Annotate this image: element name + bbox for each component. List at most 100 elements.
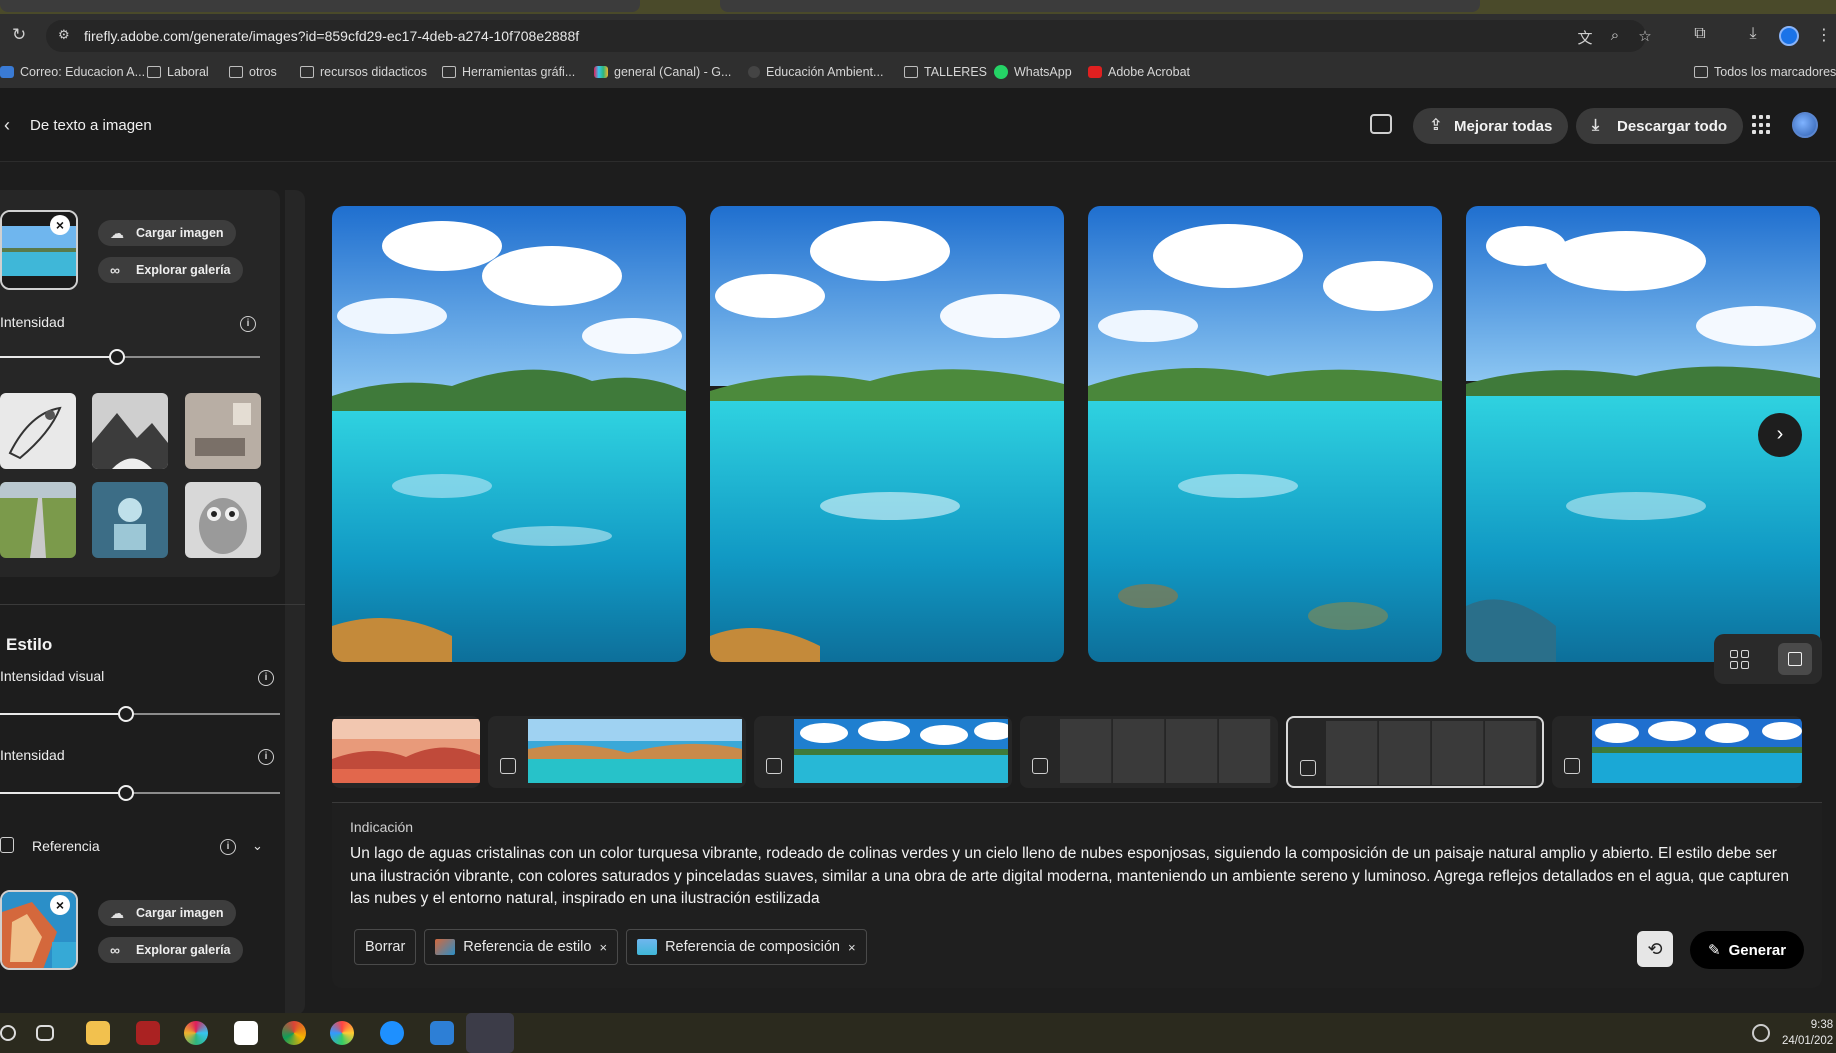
explore-gallery-button[interactable]: ∞ Explorar galería: [98, 257, 243, 283]
info-icon[interactable]: i: [258, 670, 274, 686]
history-group-selected[interactable]: [1286, 716, 1544, 788]
history-placeholder: [1326, 721, 1378, 785]
reload-icon[interactable]: ↻: [12, 25, 32, 45]
close-icon[interactable]: ×: [599, 940, 607, 955]
close-icon[interactable]: ×: [848, 940, 856, 955]
downloads-icon[interactable]: ⤓: [1742, 25, 1764, 47]
slider-handle[interactable]: [118, 706, 134, 722]
upload-image-button[interactable]: ☁ Cargar imagen: [98, 220, 236, 246]
style-thumbnail-owl-drawing[interactable]: [185, 482, 261, 558]
site-settings-icon[interactable]: ⚙: [58, 27, 76, 45]
explore-style-gallery-button[interactable]: ∞ Explorar galería: [98, 937, 243, 963]
style-thumbnail-sketch-bird[interactable]: [0, 393, 76, 469]
generated-image[interactable]: [710, 206, 1064, 662]
file-explorer-icon[interactable]: [86, 1021, 110, 1045]
enhance-all-button[interactable]: ⇪ Mejorar todas: [1413, 108, 1569, 144]
prompt-tags: Borrar Referencia de estilo × Referencia…: [354, 929, 867, 965]
clear-button[interactable]: Borrar: [354, 929, 417, 965]
bookmark-star-icon[interactable]: ☆: [1636, 27, 1654, 45]
history-placeholder: [1219, 719, 1271, 783]
bookmark-folder[interactable]: otros: [229, 65, 277, 79]
translate-icon[interactable]: 文: [1576, 27, 1594, 47]
history-group[interactable]: [1020, 716, 1278, 788]
prompt-input[interactable]: Un lago de aguas cristalinas con un colo…: [350, 843, 1800, 911]
active-app-icon[interactable]: [466, 1013, 514, 1053]
chrome-icon[interactable]: [282, 1021, 306, 1045]
notion-icon[interactable]: [234, 1021, 258, 1045]
slider-handle[interactable]: [118, 785, 134, 801]
app-header: ‹ De texto a imagen ⇪ Mejorar todas ⤓ De…: [0, 88, 1836, 162]
remove-reference-icon[interactable]: ×: [50, 895, 70, 915]
bookmark-folder[interactable]: TALLERES: [904, 65, 987, 79]
binoculars-icon: ∞: [110, 262, 120, 278]
figma-icon[interactable]: [136, 1021, 160, 1045]
chevron-down-icon[interactable]: ⌄: [252, 838, 263, 854]
history-group[interactable]: [488, 716, 746, 788]
all-bookmarks-folder[interactable]: Todos los marcadores: [1694, 65, 1836, 79]
app-icon[interactable]: [330, 1021, 354, 1045]
info-icon[interactable]: i: [240, 316, 256, 332]
single-view-icon[interactable]: [1778, 643, 1812, 675]
generated-image[interactable]: [332, 206, 686, 662]
bookmark-item[interactable]: Educación Ambient...: [748, 65, 883, 79]
folder-icon: [1694, 66, 1708, 78]
system-clock[interactable]: 9:38 24/01/202: [1782, 1017, 1833, 1049]
cloud-upload-icon: ☁: [110, 225, 124, 241]
bookmark-folder[interactable]: Laboral: [147, 65, 209, 79]
chevron-left-icon[interactable]: ‹: [4, 115, 10, 136]
info-icon[interactable]: i: [258, 749, 274, 765]
remove-reference-icon[interactable]: ×: [50, 215, 70, 235]
bookmark-folder[interactable]: recursos didacticos: [300, 65, 427, 79]
bookmark-item[interactable]: general (Canal) - G...: [594, 65, 731, 79]
bookmark-item[interactable]: Correo: Educacion A...: [0, 65, 145, 79]
composition-reference-thumb: [637, 939, 658, 955]
profile-icon[interactable]: [1779, 26, 1799, 46]
style-thumbnail-3d-sphere[interactable]: [92, 482, 168, 558]
style-reference-thumb: [435, 939, 456, 955]
grid-view-icon[interactable]: [1728, 648, 1750, 670]
address-bar[interactable]: ⚙ firefly.adobe.com/generate/images?id=8…: [46, 20, 1652, 52]
task-view-icon[interactable]: [36, 1025, 54, 1041]
browser-toolbar: ↻ ⚙ firefly.adobe.com/generate/images?id…: [0, 14, 1836, 58]
bookmark-item[interactable]: WhatsApp: [994, 65, 1072, 79]
style-thumbnail-mountains[interactable]: [92, 393, 168, 469]
avatar[interactable]: [1792, 112, 1818, 138]
url-text[interactable]: firefly.adobe.com/generate/images?id=859…: [84, 28, 579, 44]
generate-button[interactable]: ✎ Generar: [1690, 931, 1805, 969]
style-thumbnail-interior[interactable]: [185, 393, 261, 469]
download-all-button[interactable]: ⤓ Descargar todo: [1576, 108, 1744, 144]
history-icon[interactable]: ⟲: [1637, 931, 1673, 967]
style-reference-tag[interactable]: Referencia de estilo ×: [424, 929, 619, 965]
slider-fill: [0, 792, 126, 794]
style-thumbnail-field-road[interactable]: [0, 482, 76, 558]
generated-image[interactable]: [1088, 206, 1442, 662]
prompt-label: Indicación: [350, 819, 414, 835]
search-icon[interactable]: [0, 1025, 16, 1041]
section-divider: [0, 604, 305, 605]
history-group[interactable]: [332, 716, 480, 788]
menu-kebab-icon[interactable]: ⋮: [1813, 25, 1835, 47]
composition-reference-tag[interactable]: Referencia de composición ×: [626, 929, 867, 965]
upload-style-image-button[interactable]: ☁ Cargar imagen: [98, 900, 236, 926]
history-group[interactable]: [754, 716, 1012, 788]
slack-icon[interactable]: [184, 1021, 208, 1045]
binoculars-icon: ∞: [110, 942, 120, 958]
comment-icon[interactable]: [1370, 114, 1392, 134]
skype-icon[interactable]: [380, 1021, 404, 1045]
composition-reference-icon: [1032, 758, 1048, 774]
pen-icon[interactable]: [1752, 1024, 1770, 1042]
zoom-icon[interactable]: ⌕: [1606, 27, 1624, 45]
browser-tab[interactable]: [720, 0, 1480, 12]
browser-tab[interactable]: [0, 0, 640, 12]
apps-grid-icon[interactable]: [1752, 115, 1772, 135]
extensions-icon[interactable]: ⧉: [1689, 25, 1711, 47]
chevron-right-icon[interactable]: ›: [1758, 413, 1802, 457]
panel-scrollbar[interactable]: [285, 190, 305, 1015]
bookmark-folder[interactable]: Herramientas gráfi...: [442, 65, 575, 79]
history-group[interactable]: [1552, 716, 1802, 788]
slider-handle[interactable]: [109, 349, 125, 365]
composition-card: × ☁ Cargar imagen ∞ Explorar galería Int…: [0, 190, 280, 577]
app-icon[interactable]: [430, 1021, 454, 1045]
info-icon[interactable]: i: [220, 839, 236, 855]
bookmark-item[interactable]: Adobe Acrobat: [1088, 65, 1190, 79]
